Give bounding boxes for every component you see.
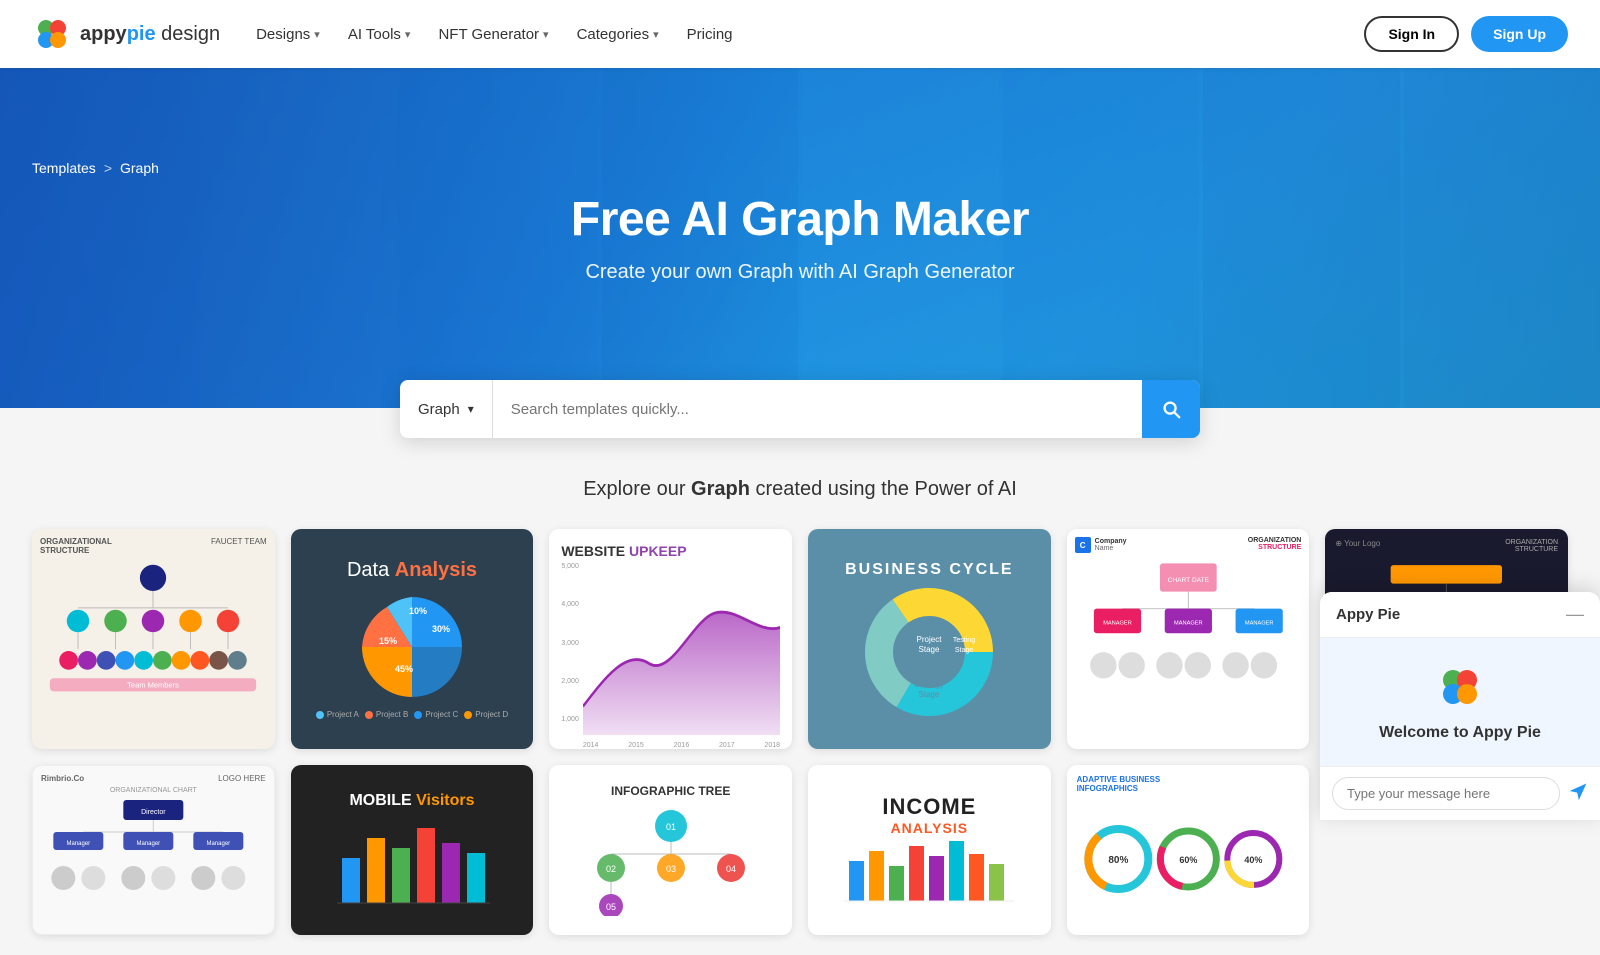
chat-logo-area: Welcome to Appy Pie — [1320, 638, 1600, 766]
svg-text:MANAGER: MANAGER — [1103, 621, 1132, 627]
svg-text:03: 03 — [666, 864, 676, 874]
org-chart-graphic: Team Members — [43, 561, 263, 711]
nav-nft-generator[interactable]: NFT Generator ▾ — [438, 26, 548, 43]
search-input[interactable] — [493, 401, 1142, 418]
rimbrio-chart-graphic: Director Manager Manager Manager — [41, 798, 266, 918]
chat-close-button[interactable]: — — [1566, 604, 1584, 625]
svg-text:Manager: Manager — [66, 841, 90, 847]
hero-content: Free AI Graph Maker Create your own Grap… — [571, 192, 1029, 284]
send-icon — [1568, 781, 1588, 801]
nav-pricing[interactable]: Pricing — [687, 26, 733, 43]
svg-text:Strategy: Strategy — [914, 680, 944, 689]
breadcrumb-parent[interactable]: Templates — [32, 160, 96, 176]
navbar: appypie design Designs ▾ AI Tools ▾ NFT … — [0, 0, 1600, 68]
chevron-down-icon: ▾ — [468, 402, 474, 416]
svg-text:40%: 40% — [1244, 855, 1262, 865]
pie-chart-graphic: 30% 45% 15% 10% — [357, 592, 467, 702]
infographic-tree-graphic: 01 02 03 04 05 — [571, 806, 771, 916]
svg-text:Director: Director — [141, 809, 166, 816]
svg-text:Stage: Stage — [919, 645, 940, 654]
hero-subtitle: Create your own Graph with AI Graph Gene… — [571, 261, 1029, 284]
svg-text:45%: 45% — [395, 664, 413, 674]
chat-input[interactable] — [1332, 777, 1560, 810]
template-card-org-structure[interactable]: ORGANIZATIONALSTRUCTURE FAUCET TEAM — [32, 529, 275, 749]
template-card-income-analysis[interactable]: INCOME ANALYSIS — [808, 765, 1051, 935]
chevron-down-icon: ▾ — [314, 28, 320, 41]
template-card-org-structure-2[interactable]: C Company Name ORGANIZATION STRUCTURE — [1067, 529, 1310, 749]
signin-button[interactable]: Sign In — [1364, 16, 1459, 52]
svg-text:Stage: Stage — [919, 690, 940, 699]
template-card-rimbrio[interactable]: Rimbrio.Co LOGO HERE ORGANIZATIONAL CHAR… — [32, 765, 275, 935]
chevron-down-icon: ▾ — [543, 28, 549, 41]
brand-name: appypie design — [80, 23, 220, 46]
breadcrumb-separator: > — [104, 160, 112, 176]
nav-designs[interactable]: Designs ▾ — [256, 26, 320, 43]
nav-links: Designs ▾ AI Tools ▾ NFT Generator ▾ Cat… — [256, 26, 1364, 43]
chevron-down-icon: ▾ — [653, 28, 659, 41]
svg-text:15%: 15% — [379, 636, 397, 646]
svg-text:Manager: Manager — [136, 841, 160, 847]
logo[interactable]: appypie design — [32, 14, 220, 54]
signup-button[interactable]: Sign Up — [1471, 16, 1568, 52]
chat-app-logo-icon — [1435, 662, 1485, 712]
svg-text:60%: 60% — [1179, 855, 1197, 865]
svg-text:MANAGER: MANAGER — [1174, 621, 1203, 627]
adaptive-infographic-graphic: 80% 60% 40% — [1077, 799, 1300, 919]
template-card-data-analysis[interactable]: Data Analysis 30% 45% 15% 10% — [291, 529, 534, 749]
svg-text:04: 04 — [726, 864, 736, 874]
svg-text:02: 02 — [606, 864, 616, 874]
hero-title: Free AI Graph Maker — [571, 192, 1029, 247]
logo-icon — [32, 14, 72, 54]
svg-text:MANAGER: MANAGER — [1245, 621, 1274, 627]
income-chart-graphic — [839, 836, 1019, 906]
template-card-adaptive-infographics[interactable]: ADAPTIVE BUSINESSINFOGRAPHICS 80% 60% 40… — [1067, 765, 1310, 935]
template-card-website-upkeep[interactable]: WEBSITE UPKEEP 5,0004,0003,0002,0001,000 — [549, 529, 792, 749]
svg-text:10%: 10% — [409, 606, 427, 616]
search-type-selector[interactable]: Graph ▾ — [400, 380, 493, 438]
search-bar: Graph ▾ — [400, 380, 1200, 438]
explore-title: Explore our Graph created using the Powe… — [32, 478, 1568, 501]
area-chart-graphic — [583, 563, 780, 735]
svg-text:80%: 80% — [1108, 855, 1128, 866]
svg-text:30%: 30% — [432, 624, 450, 634]
search-icon — [1160, 398, 1182, 420]
svg-text:CHART DATE: CHART DATE — [1167, 577, 1209, 584]
donut-chart-graphic: Project Stage Testing Stage Strategy Sta… — [864, 587, 994, 717]
svg-text:Team Members: Team Members — [127, 681, 179, 690]
breadcrumb-current: Graph — [120, 160, 159, 176]
svg-text:Manager: Manager — [206, 841, 230, 847]
nav-ai-tools[interactable]: AI Tools ▾ — [348, 26, 411, 43]
svg-text:01: 01 — [666, 822, 676, 832]
svg-text:Stage: Stage — [955, 647, 973, 654]
search-section: Graph ▾ — [0, 380, 1600, 438]
org-chart-2-graphic: CHART DATE MANAGER MANAGER MANAGER — [1075, 557, 1302, 717]
nav-categories[interactable]: Categories ▾ — [577, 26, 659, 43]
chat-header: Appy Pie — — [1320, 592, 1600, 638]
chat-title: Appy Pie — [1336, 606, 1400, 623]
svg-text:05: 05 — [606, 902, 616, 912]
template-card-business-cycle[interactable]: BUSINESS CYCLE Project Stage Testing Sta… — [808, 529, 1051, 749]
nav-actions: Sign In Sign Up — [1364, 16, 1568, 52]
svg-text:Project: Project — [917, 635, 943, 644]
template-card-mobile-visitors[interactable]: MOBILE Visitors — [291, 765, 534, 935]
hero-section: Templates > Graph Free AI Graph Maker Cr… — [0, 68, 1600, 408]
chat-widget: Appy Pie — Welcome to Appy Pie — [1320, 592, 1600, 820]
chat-input-area — [1320, 766, 1600, 820]
search-button[interactable] — [1142, 380, 1200, 438]
bar-chart-graphic — [332, 818, 492, 908]
svg-text:Testing: Testing — [953, 637, 975, 644]
chat-welcome-text: Welcome to Appy Pie — [1379, 724, 1541, 742]
chevron-down-icon: ▾ — [405, 28, 411, 41]
search-type-label: Graph — [418, 401, 460, 418]
template-card-infographic-tree[interactable]: INFOGRAPHIC TREE 01 02 03 04 05 — [549, 765, 792, 935]
breadcrumb: Templates > Graph — [32, 160, 159, 176]
chat-send-button[interactable] — [1568, 781, 1588, 807]
